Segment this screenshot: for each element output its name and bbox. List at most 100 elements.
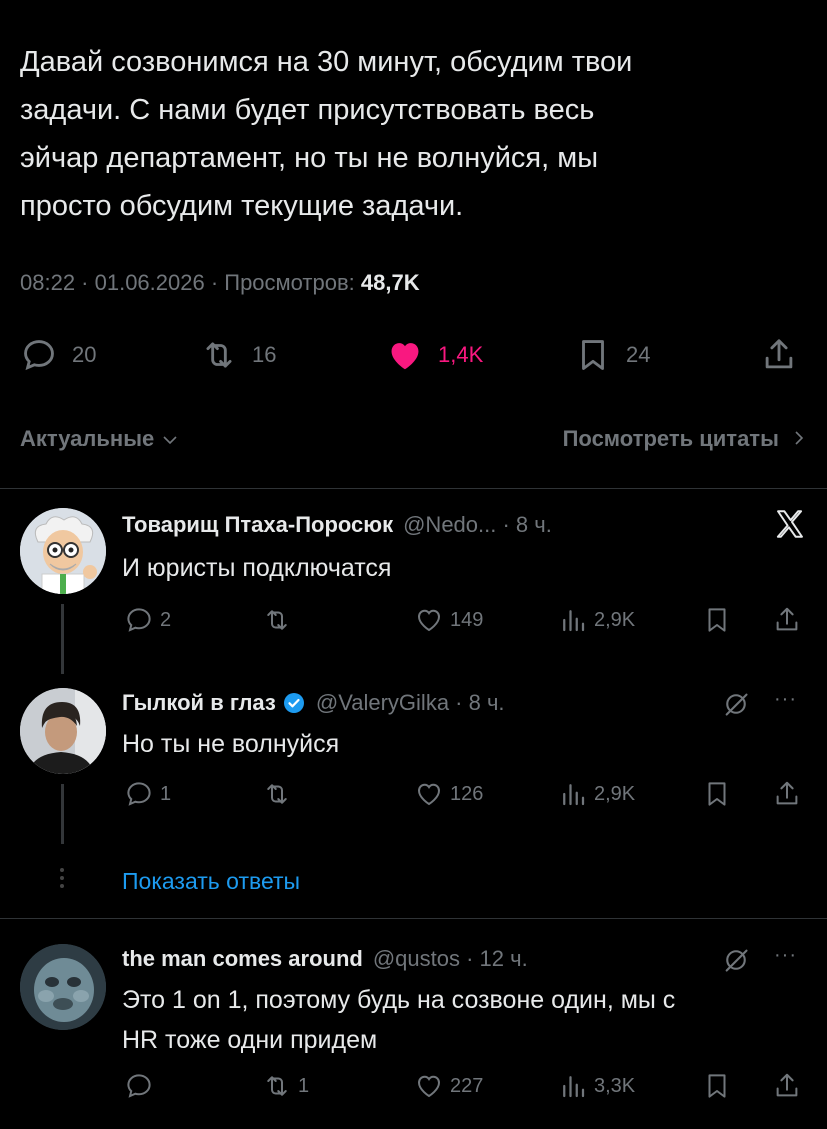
like-button[interactable]: 1,4K	[386, 330, 483, 380]
tweet-text: Давай созвонимся на 30 минут, обсудим тв…	[20, 46, 633, 222]
reply-count: 20	[72, 342, 97, 367]
share-icon	[776, 781, 798, 805]
bookmark-button[interactable]	[702, 774, 738, 814]
repost-button[interactable]	[262, 774, 298, 814]
heart-filled-icon	[391, 343, 419, 370]
chevron-down-icon	[163, 436, 177, 445]
thread-continuation-dots	[56, 864, 68, 892]
reply-header: Гылкой в глаз @ValeryGilka · 8 ч.	[122, 690, 505, 716]
chevron-right-icon	[795, 431, 804, 445]
share-icon	[776, 1073, 798, 1097]
like-count: 1,4K	[438, 342, 484, 367]
views-button[interactable]: 2,9K	[558, 600, 635, 640]
avatar[interactable]	[20, 688, 106, 774]
reply-count: 2	[160, 608, 172, 631]
reply-button[interactable]: 20	[20, 330, 96, 380]
reply-actions: 2 149 2,9K	[0, 600, 827, 640]
repost-icon	[267, 1076, 287, 1096]
grok-icon[interactable]	[722, 690, 750, 724]
more-options-icon[interactable]: ···	[774, 688, 797, 711]
reply-header: Товарищ Птаха-Поросюк @Nedo... · 8 ч.	[122, 512, 552, 538]
sort-dropdown[interactable]: Актуальные	[20, 426, 178, 452]
heart-icon	[417, 609, 441, 632]
like-button[interactable]: 149	[414, 600, 483, 640]
views-button[interactable]: 2,9K	[558, 774, 635, 814]
views-count: 48,7K	[360, 270, 420, 295]
reply-author-handle[interactable]: @qustos · 12 ч.	[373, 946, 528, 972]
bookmark-icon	[708, 1074, 726, 1098]
heart-icon	[417, 1075, 441, 1098]
bookmark-icon	[708, 782, 726, 806]
grok-icon[interactable]	[722, 946, 750, 980]
like-count: 126	[450, 782, 484, 805]
share-icon	[776, 607, 798, 631]
reply-author-name[interactable]: Товарищ Птаха-Поросюк	[122, 512, 393, 538]
bookmark-button[interactable]	[702, 1066, 738, 1106]
views-count: 2,9K	[594, 782, 636, 805]
more-options-icon[interactable]: ···	[774, 944, 797, 967]
sort-label: Актуальные	[20, 426, 155, 451]
like-count: 227	[450, 1074, 484, 1097]
like-button[interactable]: 227	[414, 1066, 483, 1106]
reply-author-handle[interactable]: @Nedo... · 8 ч.	[403, 512, 552, 538]
divider	[0, 918, 827, 919]
reply-button[interactable]	[124, 1066, 160, 1106]
repost-count: 16	[252, 342, 277, 367]
views-count: 3,3K	[594, 1074, 636, 1097]
professor-avatar-image	[20, 508, 106, 594]
divider	[0, 488, 827, 489]
share-button[interactable]	[772, 1066, 808, 1106]
reply-icon	[127, 782, 151, 806]
views-count: 2,9K	[594, 608, 636, 631]
reply-author-name[interactable]: the man comes around	[122, 946, 363, 972]
reply-actions: 1 227 3,3K	[0, 1066, 827, 1106]
reply-count: 1	[160, 782, 172, 805]
bookmark-count: 24	[626, 342, 651, 367]
reply-actions: 1 126 2,9K	[0, 774, 827, 814]
reply-button[interactable]: 1	[124, 774, 171, 814]
user-photo-avatar	[20, 944, 106, 1030]
tweet-actions: 20 16 1,4K 24	[0, 330, 827, 380]
reply-text: И юристы подключатся	[122, 554, 392, 582]
repost-icon	[206, 342, 232, 368]
bookmark-button[interactable]: 24	[574, 330, 650, 380]
reply-button[interactable]: 2	[124, 600, 171, 640]
x-logo-icon	[772, 506, 808, 548]
reply-author-handle[interactable]: @ValeryGilka · 8 ч.	[316, 690, 505, 716]
bookmark-icon	[708, 608, 726, 632]
repost-button[interactable]: 16	[200, 330, 276, 380]
reply-text: Это 1 on 1, поэтому будь на созвоне один…	[122, 986, 676, 1054]
reply-author-name[interactable]: Гылкой в глаз	[122, 690, 276, 716]
heart-icon	[417, 783, 441, 806]
replies-toolbar: Актуальные Посмотреть цитаты	[0, 420, 827, 460]
reply-icon	[127, 608, 151, 632]
reply-text: Но ты не волнуйся	[122, 730, 340, 758]
repost-count: 1	[298, 1074, 310, 1097]
repost-icon	[267, 784, 287, 804]
repost-button[interactable]: 1	[262, 1066, 309, 1106]
avatar[interactable]	[20, 944, 106, 1030]
avatar[interactable]	[20, 508, 106, 594]
views-button[interactable]: 3,3K	[558, 1066, 635, 1106]
bookmark-icon	[582, 340, 604, 370]
bookmark-button[interactable]	[702, 600, 738, 640]
share-button[interactable]	[772, 600, 808, 640]
analytics-icon	[563, 1076, 585, 1098]
analytics-icon	[563, 784, 585, 806]
view-quotes-link[interactable]: Посмотреть цитаты	[563, 426, 805, 452]
repost-icon	[267, 610, 287, 630]
repost-button[interactable]	[262, 600, 298, 640]
tweet-meta: 08:22 · 01.06.2026 · Просмотров: 48,7K	[20, 270, 420, 296]
reply-header: the man comes around @qustos · 12 ч.	[122, 946, 528, 972]
user-photo-avatar	[20, 688, 106, 774]
analytics-icon	[563, 610, 585, 632]
reply-icon	[24, 340, 54, 371]
share-icon	[765, 339, 793, 369]
share-button[interactable]	[760, 330, 812, 380]
like-button[interactable]: 126	[414, 774, 483, 814]
share-button[interactable]	[772, 774, 808, 814]
like-count: 149	[450, 608, 484, 631]
show-replies-link[interactable]: Показать ответы	[122, 868, 300, 895]
tweet-timestamp: 08:22 · 01.06.2026 · Просмотров:	[20, 270, 361, 295]
reply-icon	[127, 1074, 151, 1098]
